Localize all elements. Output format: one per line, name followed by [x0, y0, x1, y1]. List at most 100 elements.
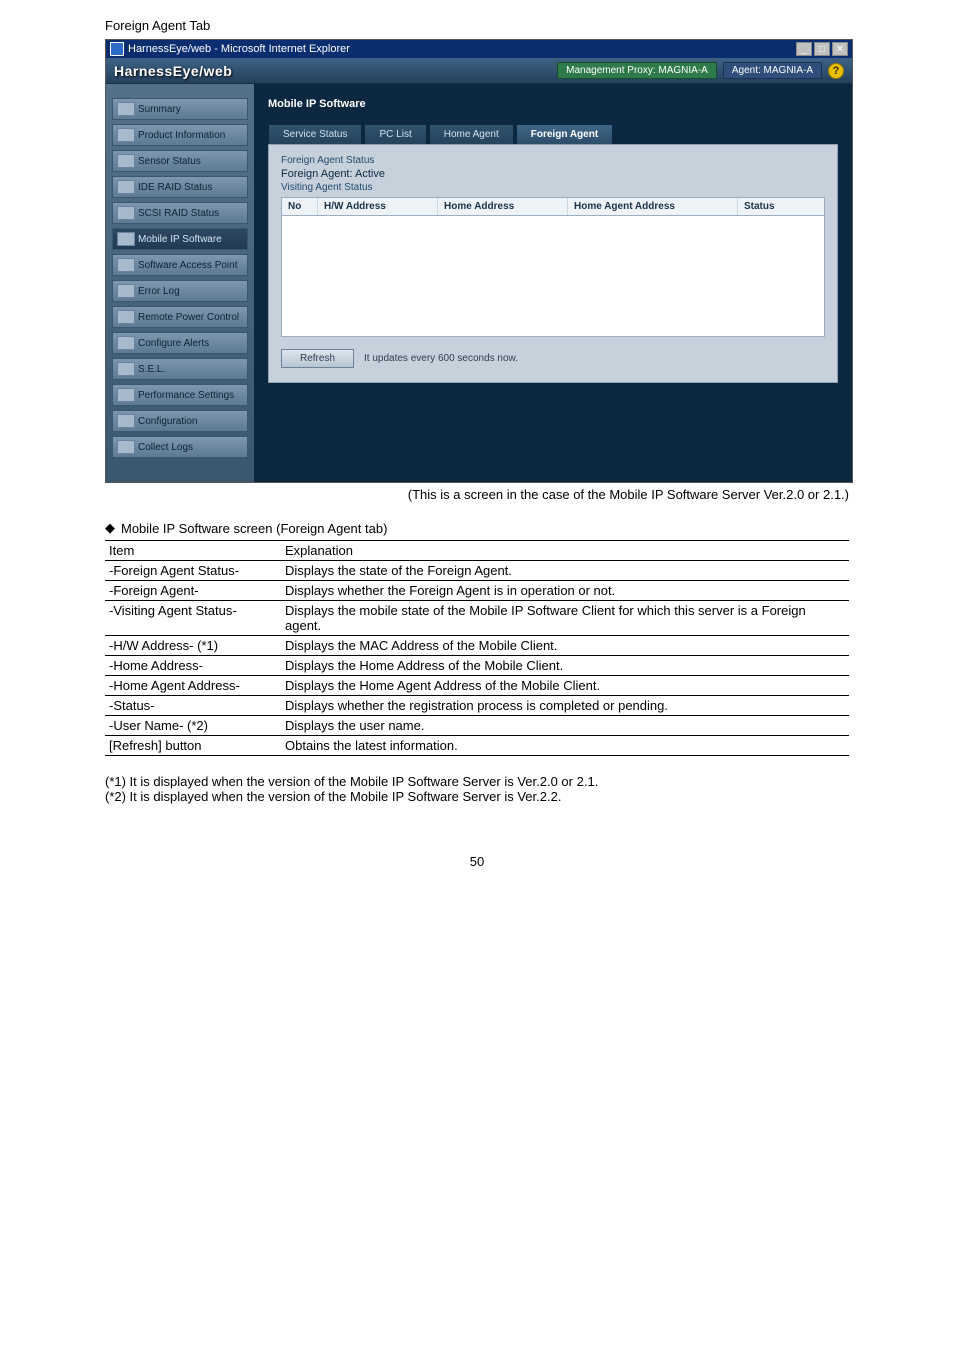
- ie-icon: [110, 42, 124, 56]
- sidebar: Summary Product Information Sensor Statu…: [106, 84, 254, 482]
- table-row-item: -User Name- (*2): [105, 716, 281, 736]
- sidebar-item-product[interactable]: Product Information: [112, 124, 248, 146]
- explanation-table: Item Explanation -Foreign Agent Status- …: [105, 540, 849, 756]
- sidebar-item-ide-raid[interactable]: IDE RAID Status: [112, 176, 248, 198]
- table-row-exp: Displays the MAC Address of the Mobile C…: [281, 636, 849, 656]
- sidebar-item-label: Configure Alerts: [138, 338, 209, 349]
- config-icon: [117, 414, 135, 428]
- sidebar-item-label: Sensor Status: [138, 156, 201, 167]
- raid-icon: [117, 206, 135, 220]
- table-row-item: -Foreign Agent Status-: [105, 561, 281, 581]
- table-header-explanation: Explanation: [281, 541, 849, 561]
- panel-title: Mobile IP Software: [268, 98, 838, 110]
- foreign-agent-status-value: Foreign Agent: Active: [281, 168, 825, 180]
- tab-home-agent[interactable]: Home Agent: [429, 124, 514, 144]
- sidebar-item-label: Product Information: [138, 130, 225, 141]
- col-home-agent-address: Home Agent Address: [568, 198, 738, 215]
- sensor-icon: [117, 154, 135, 168]
- screenshot-caption: (This is a screen in the case of the Mob…: [105, 487, 849, 502]
- sidebar-item-label: SCSI RAID Status: [138, 208, 219, 219]
- sidebar-item-label: Performance Settings: [138, 390, 234, 401]
- sidebar-item-remote-power[interactable]: Remote Power Control: [112, 306, 248, 328]
- table-row-exp: Displays the Home Agent Address of the M…: [281, 676, 849, 696]
- help-icon[interactable]: ?: [828, 63, 844, 79]
- visiting-agent-table: No H/W Address Home Address Home Agent A…: [281, 197, 825, 337]
- info-icon: [117, 102, 135, 116]
- table-row-exp: Obtains the latest information.: [281, 736, 849, 756]
- maximize-button[interactable]: □: [814, 42, 830, 56]
- explanation-heading-text: Mobile IP Software screen (Foreign Agent…: [121, 521, 387, 536]
- table-row-exp: Displays the user name.: [281, 716, 849, 736]
- sidebar-item-scsi-raid[interactable]: SCSI RAID Status: [112, 202, 248, 224]
- sidebar-item-label: Mobile IP Software: [138, 234, 222, 245]
- sidebar-item-label: S.E.L.: [138, 364, 165, 375]
- table-header-item: Item: [105, 541, 281, 561]
- col-hw-address: H/W Address: [318, 198, 438, 215]
- app-topbar: HarnessEye/web Management Proxy: MAGNIA-…: [106, 58, 852, 84]
- tab-service-status[interactable]: Service Status: [268, 124, 362, 144]
- refresh-button[interactable]: Refresh: [281, 349, 354, 368]
- window-title: HarnessEye/web - Microsoft Internet Expl…: [128, 43, 350, 55]
- sidebar-item-sel[interactable]: S.E.L.: [112, 358, 248, 380]
- raid-icon: [117, 180, 135, 194]
- table-row-item: -Visiting Agent Status-: [105, 601, 281, 636]
- collect-icon: [117, 440, 135, 454]
- sidebar-item-label: Remote Power Control: [138, 312, 239, 323]
- sidebar-item-label: IDE RAID Status: [138, 182, 212, 193]
- section-title: Foreign Agent Tab: [105, 18, 849, 33]
- ap-icon: [117, 258, 135, 272]
- tab-strip: Service Status PC List Home Agent Foreig…: [268, 124, 838, 144]
- table-row-exp: Displays whether the registration proces…: [281, 696, 849, 716]
- sidebar-item-collect-logs[interactable]: Collect Logs: [112, 436, 248, 458]
- footnote-2: (*2) It is displayed when the version of…: [105, 789, 849, 804]
- table-row-item: -Home Address-: [105, 656, 281, 676]
- proxy-chip: Management Proxy: MAGNIA-A: [557, 62, 717, 79]
- sidebar-item-soft-ap[interactable]: Software Access Point: [112, 254, 248, 276]
- main-panel: Mobile IP Software Service Status PC Lis…: [254, 84, 852, 482]
- table-row-item: -Home Agent Address-: [105, 676, 281, 696]
- table-row-exp: Displays the Home Address of the Mobile …: [281, 656, 849, 676]
- sidebar-item-configuration[interactable]: Configuration: [112, 410, 248, 432]
- log-icon: [117, 284, 135, 298]
- table-row-item: [Refresh] button: [105, 736, 281, 756]
- sidebar-item-label: Error Log: [138, 286, 180, 297]
- tab-pc-list[interactable]: PC List: [364, 124, 426, 144]
- tab-body: Foreign Agent Status Foreign Agent: Acti…: [268, 144, 838, 383]
- col-status: Status: [738, 198, 824, 215]
- agent-chip: Agent: MAGNIA-A: [723, 62, 822, 79]
- page-number: 50: [105, 854, 849, 869]
- sidebar-item-performance[interactable]: Performance Settings: [112, 384, 248, 406]
- update-interval-text: It updates every 600 seconds now.: [364, 353, 518, 364]
- sidebar-item-error-log[interactable]: Error Log: [112, 280, 248, 302]
- table-row-exp: Displays the state of the Foreign Agent.: [281, 561, 849, 581]
- explanation-heading: ◆ Mobile IP Software screen (Foreign Age…: [105, 520, 849, 536]
- sidebar-item-sensor[interactable]: Sensor Status: [112, 150, 248, 172]
- sidebar-item-label: Configuration: [138, 416, 197, 427]
- col-home-address: Home Address: [438, 198, 568, 215]
- ie-window: HarnessEye/web - Microsoft Internet Expl…: [105, 39, 853, 483]
- visiting-agent-status-caption: Visiting Agent Status: [281, 182, 825, 193]
- sidebar-item-label: Collect Logs: [138, 442, 193, 453]
- sidebar-item-summary[interactable]: Summary: [112, 98, 248, 120]
- brand-logo: HarnessEye/web: [114, 63, 232, 79]
- sidebar-item-mobile-ip[interactable]: Mobile IP Software: [112, 228, 248, 250]
- sidebar-item-configure-alerts[interactable]: Configure Alerts: [112, 332, 248, 354]
- table-row-exp: Displays whether the Foreign Agent is in…: [281, 581, 849, 601]
- window-titlebar: HarnessEye/web - Microsoft Internet Expl…: [106, 40, 852, 58]
- mobile-icon: [117, 232, 135, 246]
- close-button[interactable]: ✕: [832, 42, 848, 56]
- table-row-item: -H/W Address- (*1): [105, 636, 281, 656]
- table-row-exp: Displays the mobile state of the Mobile …: [281, 601, 849, 636]
- product-icon: [117, 128, 135, 142]
- foreign-agent-status-caption: Foreign Agent Status: [281, 155, 825, 166]
- minimize-button[interactable]: _: [796, 42, 812, 56]
- tab-foreign-agent[interactable]: Foreign Agent: [516, 124, 613, 144]
- sidebar-item-label: Summary: [138, 104, 181, 115]
- footnote-1: (*1) It is displayed when the version of…: [105, 774, 849, 789]
- sel-icon: [117, 362, 135, 376]
- diamond-icon: ◆: [105, 520, 115, 536]
- power-icon: [117, 310, 135, 324]
- sidebar-item-label: Software Access Point: [138, 260, 238, 271]
- alert-icon: [117, 336, 135, 350]
- perf-icon: [117, 388, 135, 402]
